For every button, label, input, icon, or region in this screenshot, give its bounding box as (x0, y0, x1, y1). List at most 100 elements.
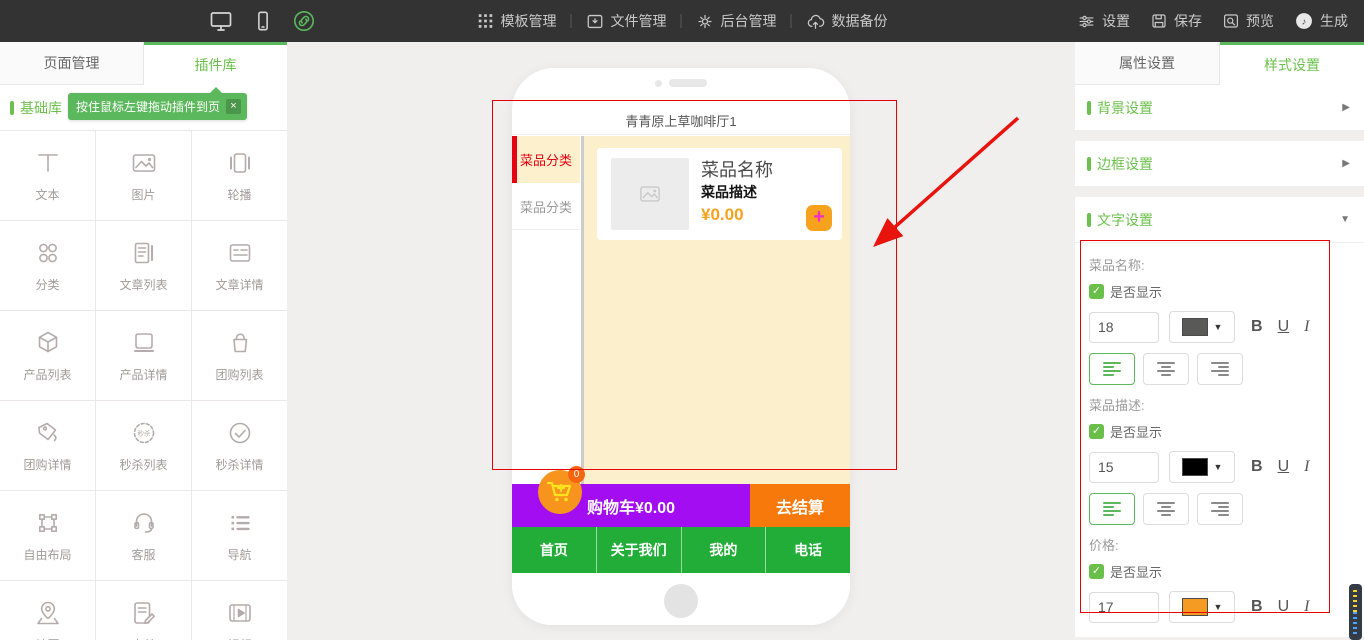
main-menu: 模板管理 文件管理 后台管理 数据备份 (477, 0, 888, 42)
cart-button[interactable]: 0 (538, 470, 582, 514)
category-item[interactable]: 菜品分类 (512, 183, 580, 230)
section-background-settings[interactable]: 背景设置 ▶ (1075, 85, 1364, 131)
plugin-item-seckill-detail[interactable]: 秒杀详情 (192, 401, 287, 490)
nav-item-phone[interactable]: 电话 (765, 527, 850, 573)
save-button[interactable]: 保存 (1150, 11, 1202, 31)
app-body: 菜品分类 菜品分类 菜品名称 菜品描述 ¥0.00 + (512, 136, 850, 484)
plugin-item-seckill-list[interactable]: 秒杀 秒杀列表 (96, 401, 191, 490)
menu-label: 文件管理 (611, 11, 667, 31)
plugin-item-form[interactable]: 表单 (96, 581, 191, 640)
align-left-button[interactable] (1089, 353, 1135, 385)
divider (571, 14, 572, 28)
close-icon[interactable]: × (226, 99, 241, 114)
category-item-active[interactable]: 菜品分类 (512, 136, 580, 183)
group-label: 菜品描述: (1089, 395, 1350, 414)
plugin-item-product-detail[interactable]: 产品详情 (96, 311, 191, 400)
align-center-button[interactable] (1143, 353, 1189, 385)
gear-icon (696, 12, 715, 31)
generate-button[interactable]: ♪ 生成 (1294, 11, 1348, 31)
plugin-item-category[interactable]: 分类 (0, 221, 95, 310)
color-picker[interactable]: ▼ (1169, 591, 1235, 623)
plugin-item-groupbuy-list[interactable]: 团购列表 (192, 311, 287, 400)
desktop-preview-icon[interactable] (208, 9, 234, 33)
underline-button[interactable]: U (1278, 318, 1290, 336)
preview-button[interactable]: 预览 (1222, 11, 1274, 31)
plugin-item-carousel[interactable]: 轮播 (192, 131, 287, 220)
image-icon (129, 148, 159, 178)
nav-item-home[interactable]: 首页 (512, 527, 596, 573)
bold-button[interactable]: B (1251, 458, 1263, 476)
tab-plugin-library[interactable]: 插件库 (144, 42, 287, 85)
dish-price: ¥0.00 (701, 205, 744, 225)
align-right-button[interactable] (1197, 353, 1243, 385)
dish-name: 菜品名称 (701, 156, 773, 182)
dish-card[interactable]: 菜品名称 菜品描述 ¥0.00 + (597, 148, 842, 240)
tab-style-settings[interactable]: 样式设置 (1220, 42, 1364, 85)
menu-data-backup[interactable]: 数据备份 (806, 11, 888, 31)
add-to-cart-button[interactable]: + (806, 205, 832, 231)
tab-attribute-settings[interactable]: 属性设置 (1075, 42, 1220, 85)
bold-button[interactable]: B (1251, 318, 1263, 336)
action-label: 预览 (1246, 11, 1274, 31)
menu-file-manage[interactable]: 文件管理 (586, 11, 667, 31)
font-size-input[interactable] (1089, 592, 1159, 623)
section-text-settings[interactable]: 文字设置 ▼ (1075, 197, 1364, 243)
settings-button[interactable]: 设置 (1077, 11, 1130, 31)
color-picker[interactable]: ▼ (1169, 311, 1235, 343)
plugin-item-navigation[interactable]: 导航 (192, 491, 287, 580)
align-center-button[interactable] (1143, 493, 1189, 525)
product-list-icon (33, 328, 63, 358)
align-left-icon (1103, 502, 1121, 516)
align-right-button[interactable] (1197, 493, 1243, 525)
checkbox-checked[interactable]: ✓ (1089, 564, 1104, 579)
tab-page-manage[interactable]: 页面管理 (0, 42, 144, 85)
checkbox-checked[interactable]: ✓ (1089, 284, 1104, 299)
plugin-item-video[interactable]: 视频 (192, 581, 287, 640)
drag-hint-tooltip: 按住鼠标左键拖动插件到页 × (68, 93, 247, 120)
checkbox-label: 是否显示 (1110, 282, 1162, 301)
plugin-item-map[interactable]: 地图 (0, 581, 95, 640)
font-row: ▼ B U I (1089, 311, 1350, 343)
product-detail-icon (129, 328, 159, 358)
plugin-item-free-layout[interactable]: 自由布局 (0, 491, 95, 580)
align-left-button[interactable] (1089, 493, 1135, 525)
underline-button[interactable]: U (1278, 598, 1290, 616)
nav-item-about[interactable]: 关于我们 (596, 527, 681, 573)
plugin-item-customer-service[interactable]: 客服 (96, 491, 191, 580)
color-swatch (1182, 458, 1208, 476)
menu-backend-manage[interactable]: 后台管理 (696, 11, 777, 31)
nav-item-mine[interactable]: 我的 (681, 527, 766, 573)
checkout-button[interactable]: 去结算 (750, 484, 850, 527)
underline-button[interactable]: U (1278, 458, 1290, 476)
italic-button[interactable]: I (1304, 318, 1309, 336)
customer-service-icon (129, 508, 159, 538)
chevron-right-icon: ▶ (1342, 102, 1350, 113)
plugin-item-article-detail[interactable]: 文章详情 (192, 221, 287, 310)
italic-button[interactable]: I (1304, 458, 1309, 476)
video-icon (225, 598, 255, 628)
plugin-item-article-list[interactable]: 文章列表 (96, 221, 191, 310)
section-border-settings[interactable]: 边框设置 ▶ (1075, 141, 1364, 187)
home-button[interactable] (664, 584, 698, 618)
bold-button[interactable]: B (1251, 598, 1263, 616)
app-builder-window: 模板管理 文件管理 后台管理 数据备份 设置 (0, 0, 1364, 640)
plugin-item-text[interactable]: 文本 (0, 131, 95, 220)
menu-label: 后台管理 (721, 11, 777, 31)
color-swatch (1182, 318, 1208, 336)
menu-label: 数据备份 (832, 11, 888, 31)
scrollbar-thumb[interactable] (1349, 584, 1362, 640)
align-center-icon (1157, 362, 1175, 376)
plugin-item-product-list[interactable]: 产品列表 (0, 311, 95, 400)
checkbox-checked[interactable]: ✓ (1089, 424, 1104, 439)
font-size-input[interactable] (1089, 452, 1159, 483)
color-picker[interactable]: ▼ (1169, 451, 1235, 483)
mobile-preview-icon[interactable] (252, 9, 274, 33)
plugin-item-image[interactable]: 图片 (96, 131, 191, 220)
link-icon[interactable] (292, 9, 316, 33)
font-size-input[interactable] (1089, 312, 1159, 343)
seckill-detail-icon (225, 418, 255, 448)
menu-template-manage[interactable]: 模板管理 (477, 11, 557, 31)
italic-button[interactable]: I (1304, 598, 1309, 616)
caret-down-icon: ▼ (1214, 602, 1223, 612)
plugin-item-groupbuy-detail[interactable]: 团购详情 (0, 401, 95, 490)
